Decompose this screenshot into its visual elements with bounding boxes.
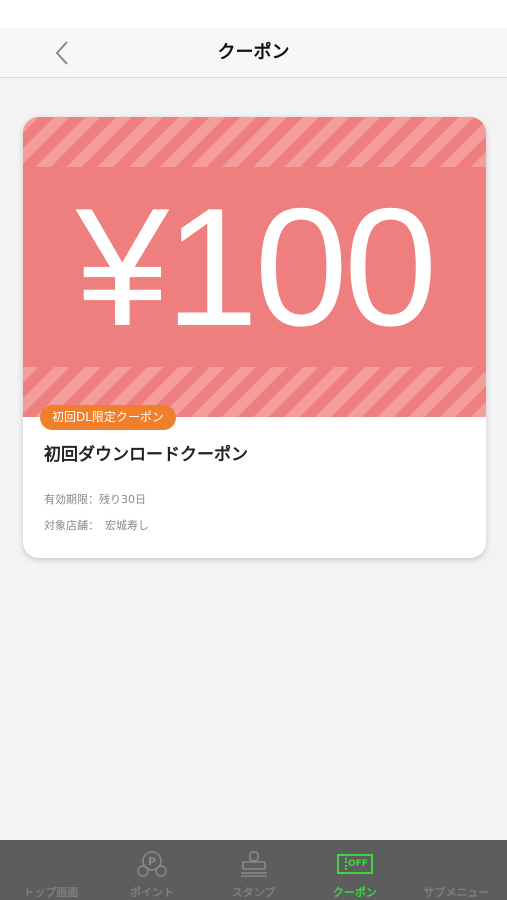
tab-label: サブメニュー (423, 886, 490, 899)
store-label: 対象店舗： (44, 519, 99, 532)
stripe-decoration-top (23, 117, 486, 167)
tab-submenu[interactable]: サブメニュー (406, 840, 507, 900)
tab-label: スタンプ (231, 886, 276, 899)
navigation-bar: クーポン (0, 28, 507, 78)
tab-bar: トップ画面 P ポイント スタンプ OFF クーポン サブメニュー (0, 840, 507, 900)
coupon-banner: ¥100 (23, 117, 486, 417)
svg-text:P: P (148, 855, 156, 868)
page-title: クーポン (217, 42, 290, 63)
expiry-value: 残り30日 (99, 493, 146, 506)
tab-top[interactable]: トップ画面 (0, 840, 101, 900)
coupon-badge: 初回DL限定クーポン (40, 405, 176, 430)
point-icon: P (133, 850, 171, 878)
menu-icon (437, 850, 475, 878)
tab-coupon[interactable]: OFF クーポン (304, 840, 405, 900)
coupon-card[interactable]: ¥100 初回DL限定クーポン 初回ダウンロードクーポン 有効期限：残り30日 … (23, 117, 486, 558)
tab-label: クーポン (332, 886, 377, 899)
tab-stamp[interactable]: スタンプ (203, 840, 304, 900)
coupon-expiry: 有効期限：残り30日 (44, 491, 146, 507)
tab-label: ポイント (130, 886, 175, 899)
coupon-store: 対象店舗： 宏城寿し (44, 517, 149, 533)
tab-label: トップ画面 (23, 886, 79, 899)
store-value: 宏城寿し (105, 519, 149, 532)
home-icon (32, 850, 70, 878)
status-bar (0, 0, 507, 28)
expiry-label: 有効期限： (44, 493, 99, 506)
coupon-off-icon: OFF (336, 854, 373, 874)
coupon-title: 初回ダウンロードクーポン (44, 445, 248, 465)
stamp-icon (235, 850, 273, 878)
tab-point[interactable]: P ポイント (101, 840, 202, 900)
coupon-amount: ¥100 (75, 173, 438, 361)
